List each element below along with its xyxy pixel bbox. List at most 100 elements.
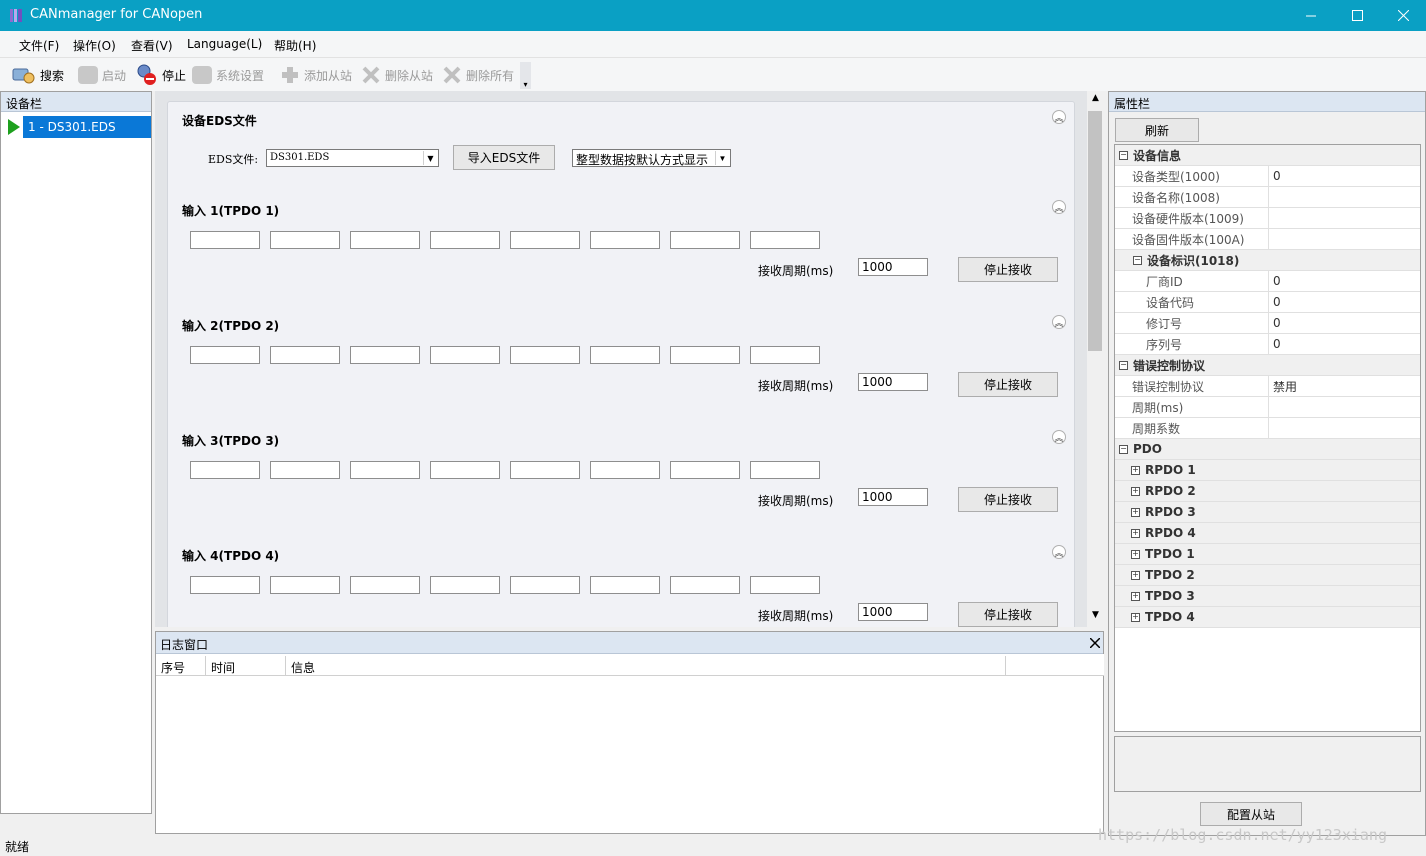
add-slave-button[interactable]: 添加从站 — [280, 65, 352, 85]
pdo-item[interactable]: + TPDO 2 — [1115, 565, 1420, 586]
device-tree-item[interactable]: 1 - DS301.EDS — [23, 116, 151, 138]
category-label: 错误控制协议 — [1133, 358, 1206, 373]
input-title: 输入 1(TPDO 1) — [182, 204, 280, 218]
prop-key: 设备硬件版本(1009) — [1115, 207, 1269, 229]
collapse-icon[interactable]: − — [1119, 360, 1128, 370]
pdo-item[interactable]: + RPDO 3 — [1115, 502, 1420, 523]
period-input[interactable]: 1000 — [858, 603, 928, 621]
collapse-icon[interactable]: − — [1133, 255, 1142, 265]
col-index[interactable]: 序号 — [156, 656, 206, 676]
dropdown-arrow-icon: ▼ — [423, 151, 437, 165]
stop-receive-button[interactable]: 停止接收 — [958, 372, 1058, 397]
menu-operate[interactable]: 操作(O) — [73, 37, 116, 54]
scrollbar-thumb[interactable] — [1088, 111, 1102, 351]
scroll-up-icon[interactable]: ▲ — [1087, 93, 1104, 107]
delete-slave-button[interactable]: 删除从站 — [361, 65, 433, 85]
prop-value[interactable]: 禁用 — [1269, 378, 1297, 395]
collapse-icon[interactable]: − — [1119, 150, 1128, 160]
category-device-info[interactable]: − 设备信息 — [1115, 145, 1420, 166]
category-pdo[interactable]: − PDO — [1115, 439, 1420, 460]
data-byte-field — [510, 346, 580, 364]
system-settings-button[interactable]: 系统设置 — [192, 65, 264, 85]
expand-icon[interactable]: + — [1131, 591, 1140, 601]
pdo-label: RPDO 4 — [1145, 526, 1196, 540]
prop-value[interactable]: 0 — [1269, 316, 1281, 330]
configure-slave-button[interactable]: 配置从站 — [1200, 802, 1302, 826]
period-label: 接收周期(ms) — [758, 494, 834, 508]
scroll-down-icon[interactable]: ▼ — [1087, 610, 1104, 624]
close-icon[interactable] — [1090, 638, 1100, 648]
property-description — [1114, 736, 1421, 792]
input-section-4: 输入 4(TPDO 4) ︽ 接收周期(ms) 1000 停止接收 — [168, 545, 1074, 627]
collapse-input-icon[interactable]: ︽ — [1052, 200, 1066, 214]
prop-value[interactable]: 0 — [1269, 169, 1281, 183]
toolbar-overflow-button[interactable]: ▾ — [520, 62, 531, 89]
display-mode-select[interactable]: 整型数据按默认方式显示 ▼ — [572, 149, 731, 167]
stop-receive-button[interactable]: 停止接收 — [958, 487, 1058, 512]
prop-value[interactable]: 0 — [1269, 274, 1281, 288]
device-panel-title: 设备栏 — [1, 92, 151, 112]
data-byte-field — [350, 231, 420, 249]
prop-key: 周期系数 — [1115, 417, 1269, 439]
delete-all-button[interactable]: 删除所有 — [442, 65, 514, 85]
expand-icon[interactable]: + — [1131, 612, 1140, 622]
display-mode-value: 整型数据按默认方式显示 — [576, 153, 709, 167]
period-input[interactable]: 1000 — [858, 488, 928, 506]
add-slave-label: 添加从站 — [304, 68, 353, 83]
prop-value[interactable]: 0 — [1269, 337, 1281, 351]
input-title: 输入 4(TPDO 4) — [182, 549, 280, 563]
expand-icon[interactable]: + — [1131, 549, 1140, 559]
toolbar: 搜索 启动 停止 系统设置 添加从站 删除从站 删除所有 ▾ — [0, 58, 1426, 91]
settings-label: 系统设置 — [216, 68, 265, 83]
eds-file-select[interactable]: DS301.EDS ▼ — [266, 149, 439, 167]
menu-language[interactable]: Language(L) — [187, 37, 262, 51]
expand-icon[interactable]: + — [1131, 486, 1140, 496]
minimize-button[interactable] — [1288, 0, 1334, 31]
prop-key: 设备类型(1000) — [1115, 165, 1269, 187]
expand-icon[interactable]: + — [1131, 570, 1140, 580]
period-input[interactable]: 1000 — [858, 258, 928, 276]
stop-button[interactable]: 停止 — [136, 64, 186, 85]
device-panel: 设备栏 1 - DS301.EDS — [0, 91, 152, 814]
collapse-input-icon[interactable]: ︽ — [1052, 545, 1066, 559]
data-byte-field — [590, 576, 660, 594]
col-message[interactable]: 信息 — [286, 656, 1006, 676]
search-button[interactable]: 搜索 — [12, 65, 64, 85]
pdo-item[interactable]: + RPDO 4 — [1115, 523, 1420, 544]
maximize-button[interactable] — [1334, 0, 1380, 31]
start-button[interactable]: 启动 — [78, 65, 126, 85]
pdo-item[interactable]: + RPDO 2 — [1115, 481, 1420, 502]
pdo-item[interactable]: + TPDO 4 — [1115, 607, 1420, 628]
category-device-identity[interactable]: − 设备标识(1018) — [1115, 250, 1420, 271]
category-error-control[interactable]: − 错误控制协议 — [1115, 355, 1420, 376]
stop-receive-button[interactable]: 停止接收 — [958, 257, 1058, 282]
log-columns: 序号 时间 信息 — [156, 654, 1104, 676]
refresh-button[interactable]: 刷新 — [1115, 118, 1199, 142]
stop-receive-button[interactable]: 停止接收 — [958, 602, 1058, 627]
collapse-eds-icon[interactable]: ︽ — [1052, 110, 1066, 124]
pdo-item[interactable]: + RPDO 1 — [1115, 460, 1420, 481]
close-button[interactable] — [1380, 0, 1426, 31]
period-input[interactable]: 1000 — [858, 373, 928, 391]
pdo-item[interactable]: + TPDO 1 — [1115, 544, 1420, 565]
collapse-input-icon[interactable]: ︽ — [1052, 315, 1066, 329]
category-label: 设备标识(1018) — [1147, 253, 1240, 268]
collapse-input-icon[interactable]: ︽ — [1052, 430, 1066, 444]
menu-view[interactable]: 查看(V) — [131, 37, 173, 54]
data-byte-field — [270, 576, 340, 594]
collapse-icon[interactable]: − — [1119, 444, 1128, 454]
data-byte-field — [590, 461, 660, 479]
expand-icon[interactable]: + — [1131, 528, 1140, 538]
data-byte-field — [350, 346, 420, 364]
prop-value[interactable]: 0 — [1269, 295, 1281, 309]
menu-help[interactable]: 帮助(H) — [274, 37, 316, 54]
data-byte-field — [590, 231, 660, 249]
menu-file[interactable]: 文件(F) — [19, 37, 59, 54]
delete-icon — [362, 66, 380, 84]
data-byte-field — [350, 576, 420, 594]
import-eds-button[interactable]: 导入EDS文件 — [453, 145, 555, 170]
expand-icon[interactable]: + — [1131, 465, 1140, 475]
pdo-item[interactable]: + TPDO 3 — [1115, 586, 1420, 607]
col-time[interactable]: 时间 — [206, 656, 286, 676]
expand-icon[interactable]: + — [1131, 507, 1140, 517]
